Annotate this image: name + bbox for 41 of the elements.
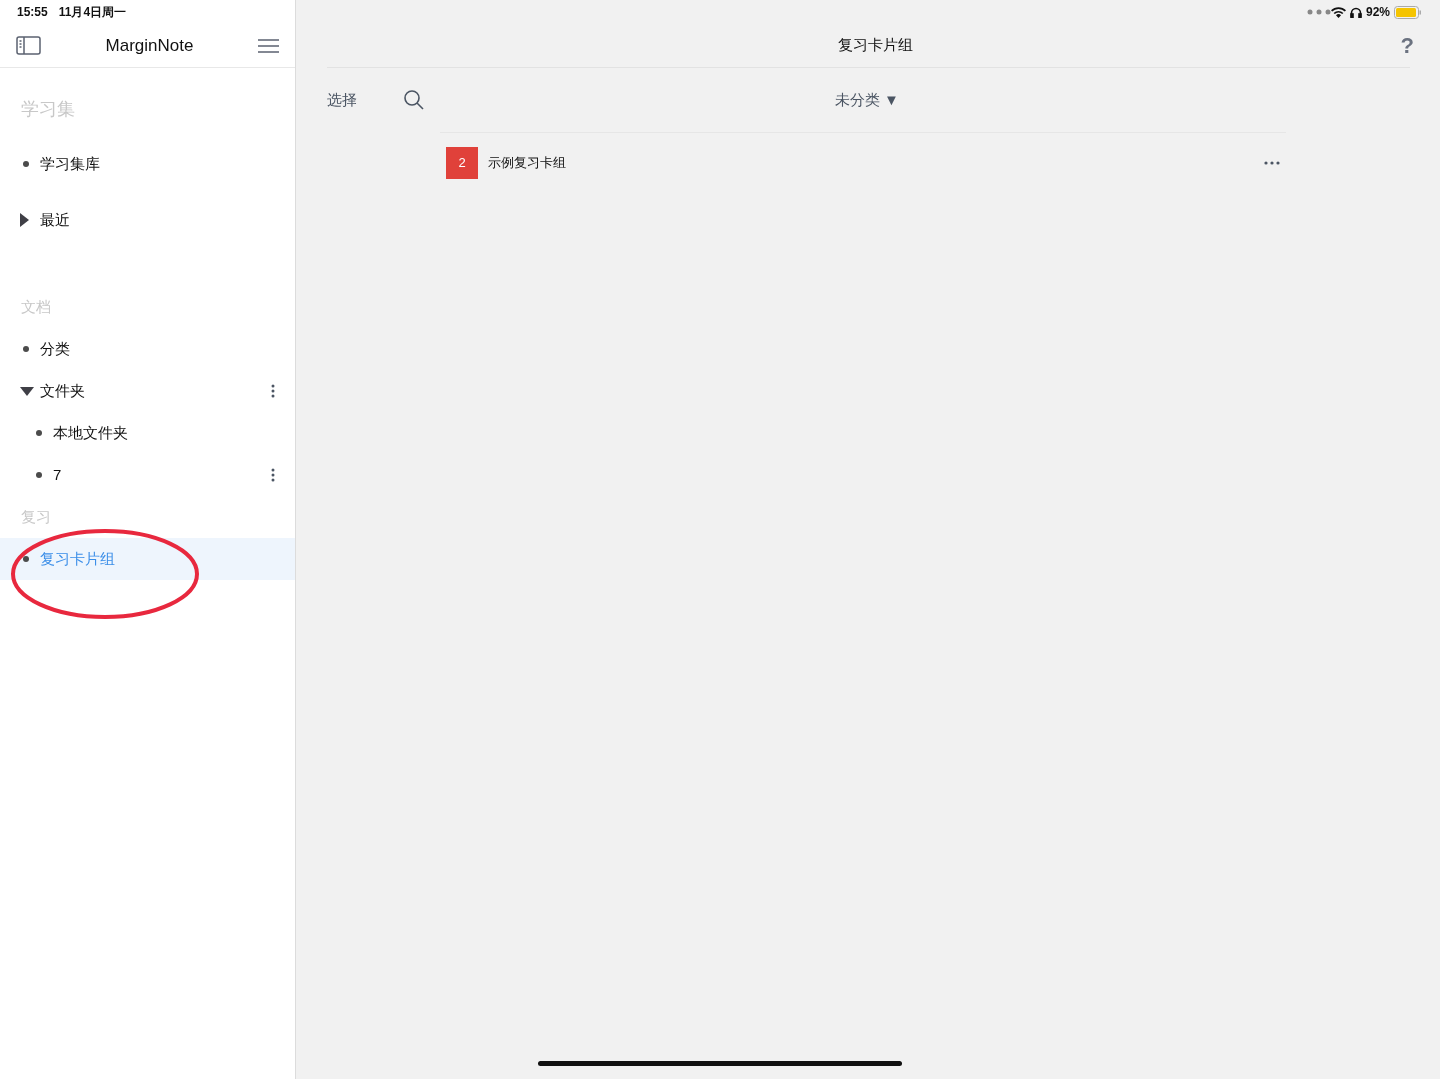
battery-percent: 92% [1365, 4, 1390, 21]
help-button[interactable]: ? [1400, 29, 1414, 62]
menu-icon[interactable] [258, 38, 279, 53]
status-date: 11月4日周一 [58, 4, 127, 21]
sidebar-item[interactable]: 7 [0, 454, 295, 496]
battery-icon [1394, 5, 1422, 19]
sidebar-item[interactable]: 本地文件夹 [0, 412, 295, 454]
bullet-icon [23, 346, 29, 352]
search-icon[interactable] [404, 90, 424, 110]
app-title: MarginNote [104, 34, 195, 57]
item-label: 本地文件夹 [53, 422, 128, 443]
more-icon[interactable] [1264, 161, 1280, 165]
item-label: 学习集库 [40, 153, 100, 174]
bullet-icon [36, 430, 42, 436]
bullet-icon [36, 472, 42, 478]
status-time: 15:55 [17, 4, 48, 21]
multitasking-dots-icon[interactable] [1306, 9, 1331, 15]
caret-right-icon[interactable] [20, 213, 29, 227]
page-title: 复习卡片组 [837, 35, 914, 56]
item-label: 7 [53, 464, 62, 485]
item-label: 复习卡片组 [40, 548, 115, 569]
sidebar-item[interactable]: 文件夹 [0, 370, 295, 412]
sidebar-item[interactable]: 最近 [0, 192, 295, 248]
wifi-icon [1330, 6, 1346, 18]
more-icon[interactable] [271, 468, 275, 482]
deck-name: 示例复习卡组 [488, 154, 566, 173]
item-label: 分类 [40, 338, 70, 359]
category-dropdown[interactable]: 未分类 ▼ [835, 88, 899, 112]
item-label: 文件夹 [40, 380, 85, 401]
caret-down-icon[interactable] [20, 386, 34, 396]
headphones-icon [1349, 6, 1362, 18]
more-icon[interactable] [271, 384, 275, 398]
deck-row[interactable]: 2 示例复习卡组 [440, 133, 1286, 193]
sidebar-item[interactable]: 学习集库 [0, 136, 295, 192]
card-count-badge: 2 [446, 147, 478, 179]
sidebar-toggle-icon[interactable] [16, 36, 41, 55]
bullet-icon [23, 556, 29, 562]
item-label: 最近 [40, 209, 70, 230]
select-button[interactable]: 选择 [327, 88, 357, 112]
bullet-icon [23, 161, 29, 167]
sidebar-item[interactable]: 分类 [0, 328, 295, 370]
